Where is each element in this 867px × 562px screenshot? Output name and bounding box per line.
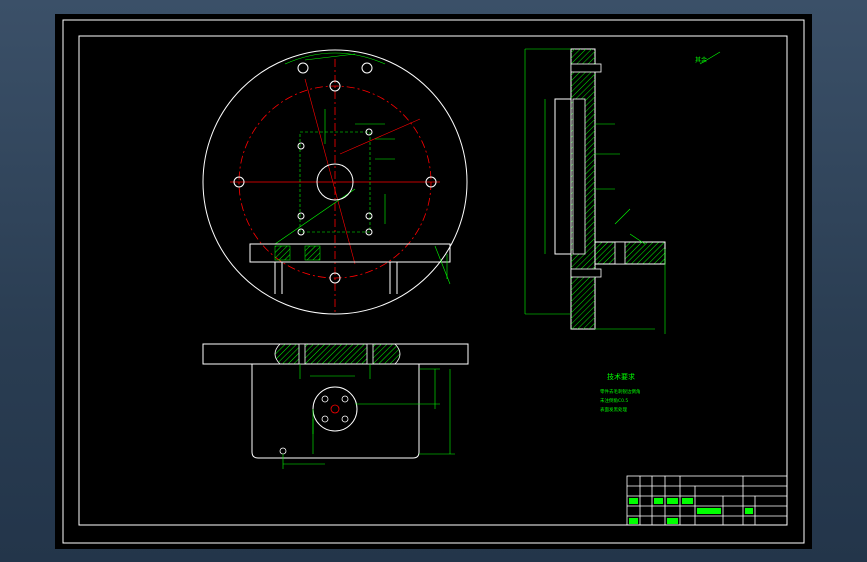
tech-req-line-2: 未注倒角C0.5 bbox=[600, 397, 628, 404]
tech-requirements: 技术要求 零件去毛刺锐边倒角 未注倒角C0.5 表面发黑处理 bbox=[600, 372, 641, 413]
tech-req-line-1: 零件去毛刺锐边倒角 bbox=[600, 388, 641, 395]
side-view: 其余 bbox=[524, 48, 721, 334]
bolt-hole bbox=[297, 62, 309, 74]
drawing-sheet: 其余 技术要求 零件去毛刺锐边倒角 未注倒角C0.5 表面发黑处理 bbox=[55, 14, 812, 549]
front-view bbox=[202, 343, 469, 469]
bolt-hole bbox=[361, 62, 373, 74]
small-hole bbox=[297, 142, 305, 150]
roughness-note: 其余 bbox=[695, 56, 707, 64]
title-block bbox=[626, 475, 788, 526]
cad-drawing-canvas: 其余 技术要求 零件去毛刺锐边倒角 未注倒角C0.5 表面发黑处理 bbox=[62, 19, 805, 544]
outer-frame bbox=[62, 19, 805, 544]
inner-frame bbox=[78, 35, 788, 526]
title-block-fills bbox=[629, 498, 753, 524]
top-view bbox=[202, 49, 468, 315]
small-hole bbox=[365, 212, 373, 220]
centerline-diag-1 bbox=[304, 78, 356, 265]
leader-diag bbox=[274, 188, 356, 245]
tech-req-line-3: 表面发黑处理 bbox=[600, 406, 627, 413]
small-hole bbox=[297, 212, 305, 220]
tech-req-title: 技术要求 bbox=[607, 372, 635, 381]
